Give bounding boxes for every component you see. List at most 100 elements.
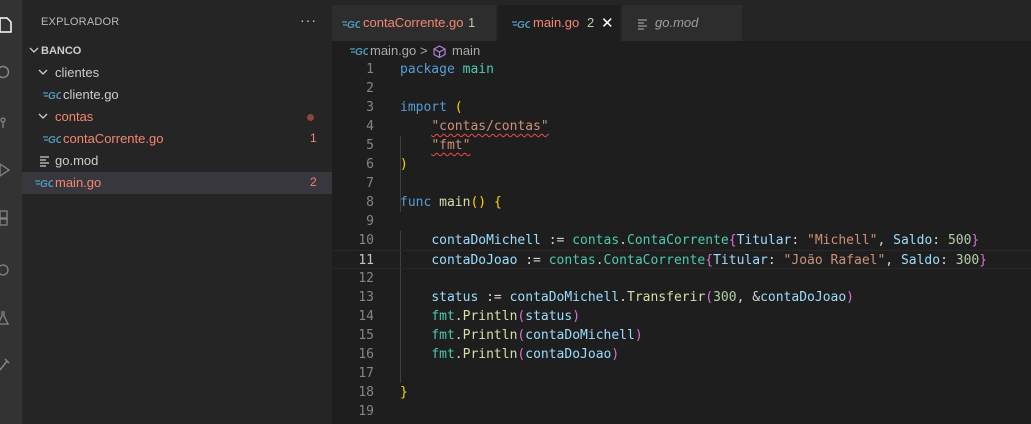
tree-item-go-mod[interactable]: go.mod <box>22 150 332 172</box>
files-icon[interactable] <box>0 17 12 33</box>
code-token: ( <box>705 290 714 305</box>
code-line[interactable]: 8 func main() { <box>332 193 1031 212</box>
code-token: : <box>940 253 956 268</box>
code-line[interactable]: 7 <box>332 174 1031 193</box>
code-line[interactable]: 1 package main <box>332 60 1031 79</box>
tab-go-mod[interactable]: go.mod <box>622 5 742 41</box>
breadcrumb-separator: > <box>420 43 428 58</box>
code-token: { <box>728 233 737 248</box>
code-editor[interactable]: 1 package main 2 3 import ( 4 "contas/co… <box>332 60 1031 424</box>
tab-label: main.go <box>533 15 580 30</box>
run-debug-icon[interactable] <box>0 162 12 177</box>
code-token: . <box>595 253 604 268</box>
line-number: 13 <box>358 290 374 305</box>
code-token: contas <box>572 233 620 248</box>
tree-item-contacorrente-go[interactable]: GO contaCorrente.go 1 <box>22 128 332 150</box>
line-number: 18 <box>358 385 374 400</box>
code-token: , <box>877 233 894 248</box>
code-line[interactable]: 9 <box>332 212 1031 231</box>
go-file-icon: GO <box>43 91 61 100</box>
line-number: 11 <box>358 253 374 268</box>
code-token: status <box>431 290 479 305</box>
code-line[interactable]: 15 fmt.Println(contaDoMichell) <box>332 326 1031 345</box>
extensions-icon[interactable] <box>0 210 12 226</box>
code-token: { <box>705 253 714 268</box>
line-number: 16 <box>358 347 374 362</box>
tab-contacorrente-go[interactable]: GO contaCorrente.go 1 <box>332 5 496 41</box>
close-icon[interactable]: ✕ <box>601 14 614 32</box>
line-number: 12 <box>358 271 374 286</box>
line-number: 17 <box>358 366 374 381</box>
code-token: { <box>493 195 502 210</box>
code-token: import <box>400 100 447 115</box>
explorer-header: EXPLORADOR ··· <box>22 0 332 44</box>
code-token: } <box>971 233 980 248</box>
code-line[interactable]: 6 ) <box>332 155 1031 174</box>
tree-item-main-go[interactable]: GO main.go 2 <box>22 172 332 194</box>
code-line-current[interactable]: 11 contaDoJoao := contas.ContaCorrente{T… <box>332 250 1031 269</box>
chevron-down-icon <box>29 47 39 53</box>
code-token: Println <box>462 309 518 324</box>
line-number: 2 <box>366 81 374 96</box>
code-line[interactable]: 19 <box>332 402 1031 421</box>
code-token: } <box>979 253 988 268</box>
code-token: contaDoMichell <box>525 328 635 343</box>
breadcrumb-file[interactable]: main.go <box>370 43 416 58</box>
code-line[interactable]: 16 fmt.Println(contaDoJoao) <box>332 345 1031 364</box>
code-token: contaDoJoao <box>431 253 518 268</box>
svg-text:GO: GO <box>48 91 61 100</box>
mod-file-icon <box>40 156 49 167</box>
testing-icon[interactable] <box>0 310 12 325</box>
error-dot-indicator <box>307 114 314 121</box>
code-token: . <box>454 309 463 324</box>
folder-banco[interactable]: BANCO <box>22 40 332 62</box>
code-token: contas <box>548 253 596 268</box>
chevron-down-icon <box>38 69 48 75</box>
breadcrumb-symbol[interactable]: main <box>452 43 480 58</box>
svg-text:GO: GO <box>40 179 53 188</box>
tree-item-label: main.go <box>55 175 102 190</box>
code-line[interactable]: 18 } <box>332 383 1031 402</box>
tree-item-contas[interactable]: contas <box>22 106 332 128</box>
code-line[interactable]: 4 "contas/contas" <box>332 117 1031 136</box>
tab-label: go.mod <box>655 15 699 30</box>
code-token: ContaCorrente <box>603 253 706 268</box>
tree-item-clientes[interactable]: clientes <box>22 62 332 84</box>
code-token: Saldo <box>893 233 933 248</box>
svg-text:GO: GO <box>517 20 530 29</box>
search-icon[interactable] <box>0 65 12 79</box>
line-number: 1 <box>366 62 374 77</box>
code-line[interactable]: 3 import ( <box>332 98 1031 117</box>
tree-item-cliente-go[interactable]: GO cliente.go <box>22 84 332 106</box>
code-token: ) <box>611 347 620 362</box>
code-token: Titular <box>736 233 792 248</box>
code-token: . <box>454 328 463 343</box>
code-line[interactable]: 5 "fmt" <box>332 136 1031 155</box>
code-token: . <box>454 347 463 362</box>
code-token: "contas/contas" <box>431 119 549 134</box>
code-token: := <box>540 233 573 248</box>
tab-main-go[interactable]: GO main.go 2 ✕ <box>498 5 620 41</box>
code-token: 500 <box>947 233 972 248</box>
code-line[interactable]: 17 <box>332 364 1031 383</box>
go-file-icon: GO <box>35 179 53 188</box>
more-actions-icon[interactable]: ··· <box>300 12 317 28</box>
tree-item-label: cliente.go <box>63 87 119 102</box>
source-control-icon[interactable] <box>0 115 12 129</box>
code-line[interactable]: 10 contaDoMichell := contas.ContaCorrent… <box>332 231 1031 250</box>
code-token: fmt <box>431 309 455 324</box>
tools-icon[interactable] <box>0 356 12 371</box>
code-token: := <box>478 290 510 305</box>
code-token: 300 <box>955 253 980 268</box>
code-line[interactable]: 12 <box>332 269 1031 288</box>
code-line[interactable]: 2 <box>332 79 1031 98</box>
folder-label: BANCO <box>41 45 82 57</box>
code-line[interactable]: 14 fmt.Println(status) <box>332 307 1031 326</box>
code-token: ) <box>400 157 408 172</box>
remote-explorer-icon[interactable] <box>0 262 12 276</box>
code-line[interactable]: 13 status := contaDoMichell.Transferir(3… <box>332 288 1031 307</box>
breadcrumb: GO main.go > main <box>332 41 1031 60</box>
code-token: . <box>619 233 627 248</box>
line-number: 9 <box>366 214 374 229</box>
mod-file-icon <box>638 19 647 30</box>
